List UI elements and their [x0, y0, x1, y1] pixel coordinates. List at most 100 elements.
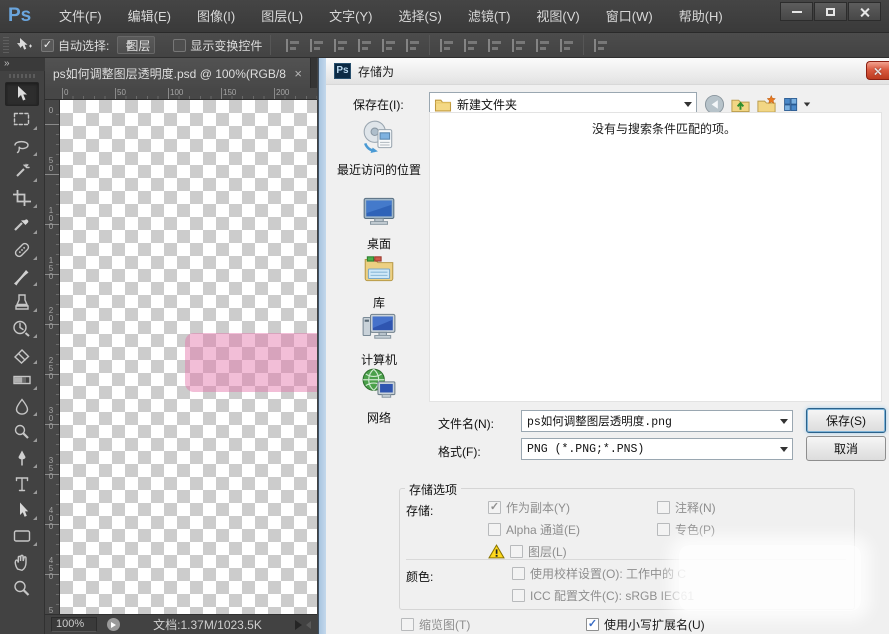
- option-row-use-proof-setup: 使用校样设置(O): 工作中的 C: [512, 565, 686, 581]
- close-button[interactable]: [848, 2, 881, 21]
- align-horizontal-centers-icon: [381, 39, 396, 52]
- sidebar-item-libraries[interactable]: 库: [331, 251, 427, 311]
- libraries-icon: [361, 251, 397, 287]
- option-row-spot-colors: 专色(P): [657, 521, 715, 537]
- menu-item-select[interactable]: 选择(S): [385, 0, 454, 33]
- menu-item-filter[interactable]: 滤镜(T): [455, 0, 524, 33]
- divider: [429, 35, 430, 55]
- lasso-tool[interactable]: [5, 134, 39, 158]
- rectangular-marquee-tool[interactable]: [5, 108, 39, 132]
- align-top-edges-icon: [285, 39, 300, 52]
- pen-tool[interactable]: [5, 446, 39, 470]
- horizontal-type-tool[interactable]: [5, 472, 39, 496]
- tool-preset-picker[interactable]: [17, 43, 23, 47]
- dialog-title-bar[interactable]: Ps 存储为: [326, 58, 889, 85]
- checkbox-use-lowercase-extension[interactable]: ✓: [586, 618, 599, 631]
- magic-wand-tool[interactable]: [5, 160, 39, 184]
- document-tab-title: ps如何调整图层透明度.psd @ 100%(RGB/8): [53, 65, 286, 82]
- blur-tool[interactable]: [5, 394, 39, 418]
- panel-collapse-button[interactable]: »: [0, 58, 45, 71]
- checkbox-label: ICC 配置文件(C): sRGB IEC61: [530, 587, 694, 604]
- options-bar-grip[interactable]: [3, 37, 9, 53]
- tab-close-icon[interactable]: ×: [294, 67, 302, 80]
- save-button[interactable]: 保存(S): [806, 408, 886, 433]
- photoshop-logo-icon: Ps: [8, 4, 44, 28]
- close-icon: [860, 7, 870, 17]
- maximize-button[interactable]: [814, 2, 847, 21]
- format-dropdown[interactable]: PNG (*.PNG;*.PNS): [521, 438, 793, 460]
- horizontal-ruler[interactable]: 050100150200: [45, 88, 317, 100]
- vertical-ruler[interactable]: 05 01 0 01 5 02 0 02 5 03 0 03 5 04 0 04…: [45, 100, 60, 614]
- brush-tool[interactable]: [5, 264, 39, 288]
- panel-grip[interactable]: [9, 74, 35, 78]
- show-transform-controls-checkbox[interactable]: [173, 39, 186, 52]
- ruler-mark: 200: [276, 89, 289, 97]
- sidebar-item-network[interactable]: 网络: [331, 366, 427, 426]
- spot-healing-brush-tool[interactable]: [5, 238, 39, 262]
- color-label: 颜色:: [406, 568, 433, 585]
- canvas[interactable]: [60, 100, 317, 614]
- filename-input[interactable]: ps如何调整图层透明度.png: [521, 410, 793, 432]
- gradient-tool[interactable]: [5, 368, 39, 392]
- option-row-thumbnail: 缩览图(T): [401, 616, 470, 632]
- dialog-close-button[interactable]: [866, 61, 889, 80]
- menu-item-edit[interactable]: 编辑(E): [115, 0, 184, 33]
- status-menu-arrow-icon[interactable]: [295, 620, 302, 630]
- ruler-mark: 150: [223, 89, 236, 97]
- move-tool-icon: [17, 37, 33, 53]
- auto-select-target-dropdown[interactable]: 图层: [117, 36, 155, 54]
- menu-item-type[interactable]: 文字(Y): [316, 0, 385, 33]
- menu-item-help[interactable]: 帮助(H): [666, 0, 736, 33]
- align-right-edges-icon: [405, 39, 420, 52]
- crop-tool[interactable]: [5, 186, 39, 210]
- sidebar-item-computer[interactable]: 计算机: [331, 308, 427, 368]
- menu-item-image[interactable]: 图像(I): [184, 0, 248, 33]
- document-tab[interactable]: ps如何调整图层透明度.psd @ 100%(RGB/8) ×: [45, 58, 311, 88]
- clone-stamp-tool[interactable]: [5, 290, 39, 314]
- menu-item-view[interactable]: 视图(V): [523, 0, 592, 33]
- history-brush-tool[interactable]: [5, 316, 39, 340]
- ruler-mark: 4 0 0: [46, 507, 56, 531]
- ruler-mark: 0: [64, 89, 68, 97]
- dodge-tool[interactable]: [5, 420, 39, 444]
- options-bar: ✓ 自动选择: 图层 显示变换控件: [0, 33, 889, 58]
- pink-layer-object: [185, 333, 317, 392]
- path-selection-tool[interactable]: [5, 498, 39, 522]
- status-scrub-icon[interactable]: [107, 618, 120, 631]
- photoshop-window: Ps 文件(F)编辑(E)图像(I)图层(L)文字(Y)选择(S)滤镜(T)视图…: [0, 0, 889, 634]
- eyedropper-tool[interactable]: [5, 212, 39, 236]
- format-label: 格式(F):: [438, 443, 481, 460]
- computer-icon: [361, 308, 397, 344]
- watermark-overlay: [679, 545, 861, 611]
- menu-items: 文件(F)编辑(E)图像(I)图层(L)文字(Y)选择(S)滤镜(T)视图(V)…: [46, 0, 736, 33]
- move-tool[interactable]: [5, 82, 39, 106]
- zoom-tool[interactable]: [5, 576, 39, 600]
- show-transform-controls-label: 显示变换控件: [190, 37, 262, 54]
- hand-tool[interactable]: [5, 550, 39, 574]
- status-small-arrow-icon: [306, 621, 311, 629]
- menu-item-file[interactable]: 文件(F): [46, 0, 115, 33]
- checkbox-thumbnail: [401, 618, 414, 631]
- zoom-level-field[interactable]: 100%: [51, 617, 97, 632]
- auto-select-checkbox[interactable]: ✓: [41, 39, 54, 52]
- close-icon: [874, 67, 882, 75]
- checkbox-use-proof-setup: [512, 567, 525, 580]
- network-icon: [361, 366, 397, 402]
- rectangle-shape-tool[interactable]: [5, 524, 39, 548]
- spinner-icon: [126, 40, 132, 50]
- checkbox-icc-profile: [512, 589, 525, 602]
- divider: [583, 35, 584, 55]
- eraser-tool[interactable]: [5, 342, 39, 366]
- minimize-button[interactable]: [780, 2, 813, 21]
- document-tab-bar: ps如何调整图层透明度.psd @ 100%(RGB/8) ×: [45, 58, 317, 88]
- menu-item-layer[interactable]: 图层(L): [248, 0, 316, 33]
- sidebar-item-desktop[interactable]: 桌面: [331, 192, 427, 252]
- ruler-mark: 3 5 0: [46, 457, 56, 481]
- auto-select-label: 自动选择:: [58, 37, 109, 54]
- menu-item-window[interactable]: 窗口(W): [593, 0, 666, 33]
- file-list[interactable]: 没有与搜索条件匹配的项。: [429, 112, 882, 402]
- distribute-right-edges-icon: [559, 39, 574, 52]
- dialog-title: 存储为: [358, 63, 394, 80]
- cancel-button[interactable]: 取消: [806, 436, 886, 461]
- sidebar-item-recent-places[interactable]: 最近访问的位置: [331, 118, 427, 178]
